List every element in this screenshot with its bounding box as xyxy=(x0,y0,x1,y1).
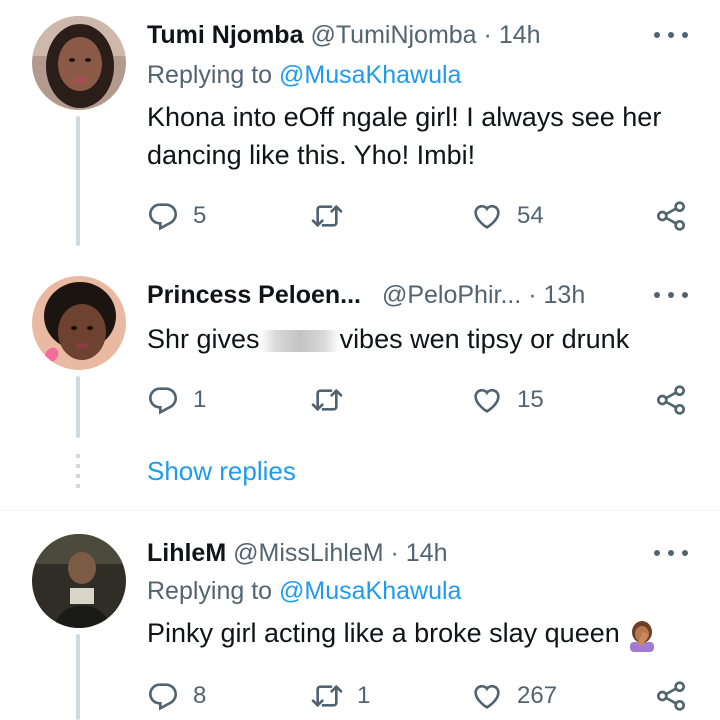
tweet-header: Princess Peloen... @PeloPhir... · 13h xyxy=(147,280,585,310)
like-icon xyxy=(471,384,503,416)
reply-icon xyxy=(147,680,179,712)
mention-link[interactable]: @MusaKhawula xyxy=(279,61,461,89)
tweet-text-end: vibes wen tipsy or drunk xyxy=(339,324,630,354)
reply-icon xyxy=(147,384,179,416)
reply-icon xyxy=(147,200,179,232)
action-bar: 1 15 xyxy=(147,380,692,420)
like-count: 15 xyxy=(517,386,544,413)
separator: · xyxy=(483,21,492,49)
thread-line xyxy=(76,376,80,438)
tweet-text: Khona into eOff ngale girl! I always see… xyxy=(147,98,692,174)
retweet-icon xyxy=(311,680,343,712)
timestamp[interactable]: 13h xyxy=(544,281,586,309)
blurred-word xyxy=(259,329,340,352)
tweet-header: Tumi Njomba @TumiNjomba · 14h xyxy=(147,20,541,50)
reply-button[interactable]: 5 xyxy=(147,196,206,236)
reply-button[interactable]: 1 xyxy=(147,380,206,420)
tweet-text: Pinky girl acting like a broke slay quee… xyxy=(147,614,692,652)
like-count: 54 xyxy=(517,202,544,229)
more-icon[interactable] xyxy=(654,290,688,300)
tweet-text-content: Pinky girl acting like a broke slay quee… xyxy=(147,618,620,648)
reply-count: 8 xyxy=(193,682,207,709)
display-name[interactable]: Tumi Njomba xyxy=(147,21,303,49)
divider xyxy=(0,510,720,511)
avatar[interactable] xyxy=(32,16,126,110)
replying-to: Replying to @MusaKhawula xyxy=(147,60,461,90)
username[interactable]: @TumiNjomba xyxy=(310,21,476,49)
reply-count: 5 xyxy=(193,202,207,229)
share-button[interactable] xyxy=(655,380,687,420)
tweet[interactable]: LihleM @MissLihleM · 14h Replying to @Mu… xyxy=(0,534,720,720)
tweet-header: LihleM @MissLihleM · 14h xyxy=(147,538,447,568)
share-icon xyxy=(655,384,687,416)
avatar[interactable] xyxy=(32,276,126,370)
avatar[interactable] xyxy=(32,534,126,628)
thread-line xyxy=(76,634,80,720)
reply-count: 1 xyxy=(193,386,207,413)
share-button[interactable] xyxy=(655,676,687,716)
display-name[interactable]: Princess Peloen... xyxy=(147,281,361,309)
timestamp[interactable]: 14h xyxy=(499,21,541,49)
display-name[interactable]: LihleM xyxy=(147,539,226,567)
retweet-count: 1 xyxy=(357,682,371,709)
thread-line xyxy=(76,116,80,246)
replying-to: Replying to @MusaKhawula xyxy=(147,576,461,606)
separator: · xyxy=(528,281,537,309)
retweet-icon xyxy=(311,200,343,232)
tweet-text: Shr gives vibes wen tipsy or drunk xyxy=(147,320,692,358)
username[interactable]: @MissLihleM xyxy=(233,539,383,567)
action-bar: 8 1 267 xyxy=(147,676,692,716)
tweet[interactable]: Tumi Njomba @TumiNjomba · 14h Replying t… xyxy=(0,16,720,246)
facepalm-emoji-icon xyxy=(630,620,655,652)
tweet-text-line: Khona into eOff ngale girl! I always see… xyxy=(147,102,662,132)
share-icon xyxy=(655,200,687,232)
like-count: 267 xyxy=(517,682,558,709)
more-icon[interactable] xyxy=(654,548,688,558)
mention-link[interactable]: @MusaKhawula xyxy=(279,577,461,605)
more-icon[interactable] xyxy=(654,30,688,40)
like-button[interactable]: 15 xyxy=(471,380,544,420)
show-replies-link[interactable]: Show replies xyxy=(147,456,296,487)
username[interactable]: @PeloPhir... xyxy=(382,281,521,309)
share-icon xyxy=(655,680,687,712)
like-icon xyxy=(471,680,503,712)
tweet-text-line: dancing like this. Yho! Imbi! xyxy=(147,140,476,170)
like-icon xyxy=(471,200,503,232)
retweet-button[interactable] xyxy=(311,380,357,420)
separator: · xyxy=(390,539,399,567)
timestamp[interactable]: 14h xyxy=(406,539,448,567)
retweet-button[interactable] xyxy=(311,196,357,236)
like-button[interactable]: 267 xyxy=(471,676,557,716)
like-button[interactable]: 54 xyxy=(471,196,544,236)
replying-to-label: Replying to xyxy=(147,577,280,605)
tweet-text-start: Shr gives xyxy=(147,324,260,354)
share-button[interactable] xyxy=(655,196,687,236)
reply-button[interactable]: 8 xyxy=(147,676,206,716)
thread-dots xyxy=(76,454,80,490)
replying-to-label: Replying to xyxy=(147,61,280,89)
tweet[interactable]: Princess Peloen... @PeloPhir... · 13h Sh… xyxy=(0,276,720,496)
retweet-button[interactable]: 1 xyxy=(311,676,370,716)
action-bar: 5 54 xyxy=(147,196,692,236)
retweet-icon xyxy=(311,384,343,416)
